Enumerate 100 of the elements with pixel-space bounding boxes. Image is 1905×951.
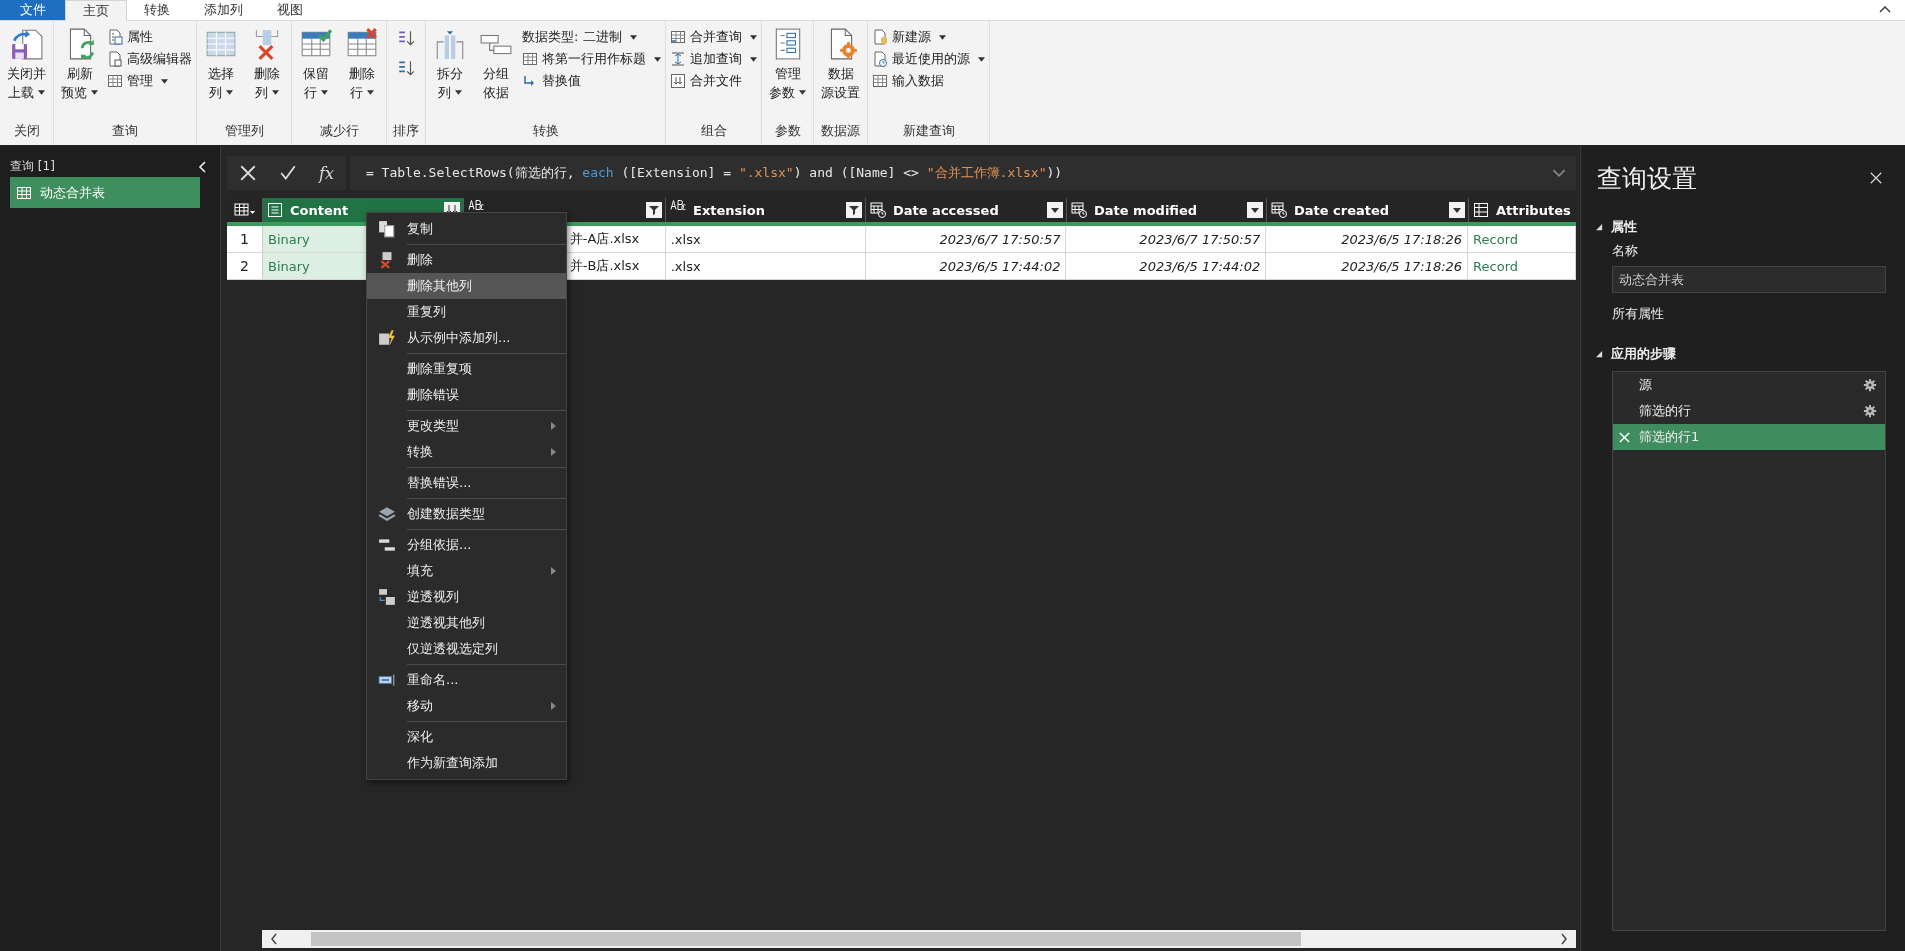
menu-item[interactable]: 逆透视列 [367,584,566,610]
chevron-left-icon[interactable] [198,160,206,173]
menu-item[interactable]: 删除其他列 [367,273,566,299]
ribbon-button[interactable]: 高级编辑器 [107,49,192,69]
ribbon-button[interactable]: 最近使用的源 [872,49,985,69]
ribbon-button[interactable]: 保留 行 [296,27,336,102]
close-icon[interactable] [239,164,257,182]
table-cell: 2023/6/5 17:18:26 [1266,226,1469,252]
combine-files-icon [670,73,686,89]
ribbon-button[interactable]: 合并文件 [670,71,757,91]
ribbon-button[interactable]: 刷新 预览 [58,27,101,102]
formula-field[interactable]: = Table.SelectRows(筛选的行, each ([Extension] = ".xlsx") and ([Name] <> "合并工作簿.xlsx")) [349,156,1576,190]
menu-item[interactable]: 移动 [367,693,566,719]
document-database-icon [872,29,888,45]
collapse-triangle-icon[interactable] [1596,223,1603,231]
ribbon-button[interactable]: 属性 [107,27,192,47]
ribbon-button[interactable]: 新建源 [872,27,985,47]
function-button[interactable]: fx [319,163,334,183]
menu-item[interactable]: 逆透视其他列 [367,610,566,636]
ribbon-button[interactable]: 合并查询 [670,27,757,47]
table-cell: .xlsx [665,226,866,252]
ribbon-button[interactable]: 管理 [107,71,192,91]
dropdown-button[interactable] [1247,202,1263,218]
table-menu-button[interactable] [233,203,256,217]
menu-item[interactable]: 填充 [367,558,566,584]
ribbon-button[interactable]: 将第一行用作标题 [522,49,661,69]
ribbon-button[interactable]: 分组 依据 [476,27,516,103]
calendar-clock-icon [1071,202,1087,218]
merge-icon [670,29,686,45]
ribbon-button[interactable]: 数据 源设置 [818,27,863,103]
chevron-down-icon[interactable] [1552,168,1566,178]
ribbon-button[interactable]: 管理 参数 [766,27,809,102]
group-label: 数据源 [820,122,861,140]
table-icon [872,73,888,89]
sort-descending-icon[interactable] [397,59,415,77]
append-icon [670,51,686,67]
group-icon [378,536,396,554]
ribbon-tab[interactable]: 转换 [127,0,187,20]
ribbon-button[interactable]: 数据类型: 二进制 [522,27,661,47]
text-type-icon [670,200,686,210]
ribbon-tab[interactable]: 主页 [65,0,127,21]
ribbon-button[interactable]: 输入数据 [872,71,985,91]
ribbon-button[interactable]: 选择 列 [201,27,241,102]
filter-button[interactable] [646,202,662,218]
ribbon-button[interactable]: 关闭并 上载 [4,27,49,102]
check-icon[interactable] [279,164,297,182]
collapse-triangle-icon[interactable] [1596,350,1603,358]
applied-step[interactable]: 筛选的行 [1613,398,1885,424]
dropdown-button[interactable] [1047,202,1063,218]
menu-item[interactable]: 分组依据... [367,532,566,558]
group-label: 减少行 [318,122,360,140]
ribbon-button[interactable]: 追加查询 [670,49,757,69]
menu-item[interactable]: 删除重复项 [367,356,566,382]
ribbon-button[interactable]: 删除 列 [247,27,287,102]
menu-item[interactable]: 重命名... [367,667,566,693]
menu-item[interactable]: 作为新查询添加 [367,750,566,776]
sort-ascending-icon[interactable] [397,29,415,47]
menu-item[interactable]: 重复列 [367,299,566,325]
gear-icon[interactable] [1863,378,1877,392]
table-cell: 2023/6/5 17:18:26 [1266,253,1469,279]
menu-item[interactable]: 删除错误 [367,382,566,408]
group-label: 排序 [392,122,420,140]
group-label: 关闭 [12,122,41,140]
section-heading: 应用的步骤 [1611,345,1676,363]
table-cell: 2023/6/5 17:44:02 [865,253,1067,279]
properties-icon [107,29,123,45]
close-icon[interactable] [1869,171,1883,185]
menu-item[interactable]: 从示例中添加列... [367,325,566,351]
ribbon-tab[interactable]: 文件 [0,0,65,20]
name-field[interactable]: 动态合并表 [1612,266,1886,293]
floppy-disk-icon [9,27,44,61]
menu-item[interactable]: 替换错误... [367,470,566,496]
menu-item[interactable]: 转换 [367,439,566,465]
query-item[interactable]: 动态合并表 [10,177,200,208]
group-label: 组合 [699,122,728,140]
horizontal-scrollbar[interactable] [262,930,1576,948]
ribbon-tab[interactable]: 视图 [260,0,320,20]
scroll-right-icon[interactable] [1560,933,1568,945]
menu-item[interactable]: 深化 [367,724,566,750]
applied-step[interactable]: 筛选的行1 [1613,424,1885,450]
ribbon-button[interactable]: 替换值 [522,71,661,91]
document-clock-icon [872,51,888,67]
dropdown-button[interactable] [1449,202,1465,218]
all-properties-link[interactable]: 所有属性 [1612,305,1885,323]
scroll-left-icon[interactable] [270,933,278,945]
table-icon [16,184,32,201]
filter-button[interactable] [846,202,862,218]
ribbon-button[interactable]: 拆分 列 [430,27,470,102]
ribbon-tab[interactable]: 添加列 [187,0,260,20]
text-type-icon [468,200,484,210]
section-heading: 属性 [1611,218,1637,236]
gear-icon[interactable] [1863,404,1877,418]
table-cell: 2023/6/7 17:50:57 [865,226,1067,252]
group-label: 管理列 [223,122,265,140]
ribbon-button[interactable]: 删除 行 [342,27,382,102]
applied-step[interactable]: 源 [1613,372,1885,398]
chevron-up-icon[interactable] [1879,5,1891,13]
menu-item[interactable]: 创建数据类型 [367,501,566,527]
menu-item[interactable]: 更改类型 [367,413,566,439]
menu-item[interactable]: 仅逆透视选定列 [367,636,566,662]
